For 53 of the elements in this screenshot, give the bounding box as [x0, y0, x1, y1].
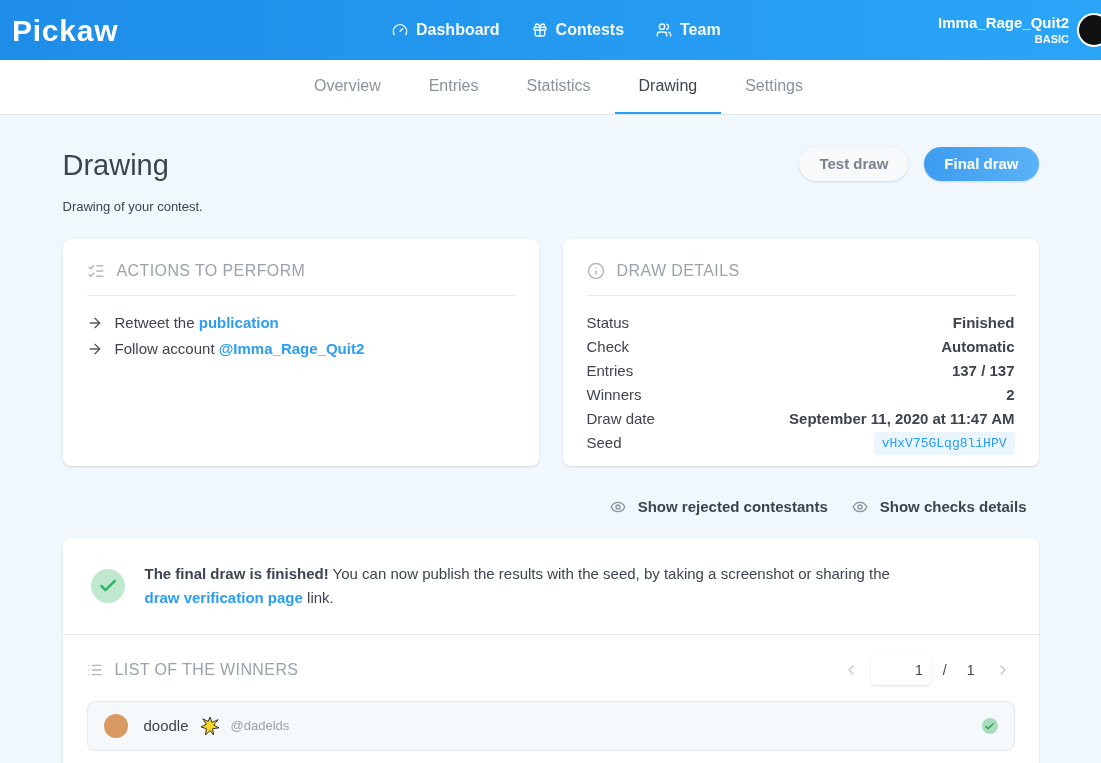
page-field[interactable]: 1 — [870, 655, 931, 685]
winner-name: doodle — [143, 715, 189, 736]
action-text: Retweet the publication — [114, 312, 279, 333]
users-icon — [656, 22, 673, 38]
final-draw-button[interactable]: Final draw — [924, 147, 1039, 181]
nav-link[interactable]: Team — [656, 18, 721, 42]
plan-label: BASIC — [1034, 32, 1069, 47]
gauge-icon — [392, 22, 408, 38]
verification-link[interactable]: draw verification page — [144, 589, 303, 606]
test-draw-button[interactable]: Test draw — [799, 147, 909, 181]
tab[interactable]: Entries — [404, 60, 503, 114]
winner-row[interactable]: doodle @dadelds — [86, 701, 1015, 751]
action-link[interactable]: @Imma_Rage_Quit2 — [218, 340, 365, 357]
page-total: 1 — [965, 660, 976, 680]
seed-code: vHxV75GLqg8liHPV — [873, 431, 1015, 456]
success-icon — [90, 569, 125, 603]
page-title: Drawing — [62, 148, 170, 183]
avatar — [103, 714, 128, 738]
detail-value: 2 — [1006, 385, 1015, 406]
detail-label: Status — [586, 313, 630, 334]
card-title: ACTIONS TO PERFORM — [116, 260, 306, 281]
show-toggle[interactable]: Show checks details — [851, 495, 1027, 518]
detail-value: September 11, 2020 at 11:47 AM — [789, 409, 1015, 430]
detail-value: 137 / 137 — [951, 361, 1015, 382]
detail-label: Entries — [586, 361, 634, 382]
tab[interactable]: Overview — [290, 60, 405, 114]
action-link[interactable]: publication — [198, 313, 279, 331]
tab[interactable]: Statistics — [502, 60, 615, 114]
detail-label: Seed — [586, 433, 622, 454]
avatar[interactable] — [1077, 13, 1101, 47]
tab[interactable]: Settings — [721, 60, 827, 114]
page-separator: / — [942, 660, 947, 680]
detail-value: Automatic — [941, 337, 1015, 358]
logo[interactable]: Pickaw — [12, 7, 392, 53]
detail-label: Draw date — [586, 409, 655, 430]
detail-value: Finished — [952, 313, 1015, 334]
section-title: LIST OF THE WINNERS — [114, 660, 299, 680]
nav-link[interactable]: Contests — [531, 18, 625, 42]
detail-label: Winners — [586, 385, 642, 406]
action-text: Follow account @Imma_Rage_Quit2 — [114, 339, 365, 359]
info-icon — [586, 261, 605, 280]
page-subtitle: Drawing of your contest. — [62, 198, 203, 216]
card-title: DRAW DETAILS — [616, 260, 740, 281]
tab[interactable]: Drawing — [614, 60, 722, 114]
winner-handle: @dadelds — [230, 717, 290, 736]
user-name[interactable]: Imma_Rage_Quit2 — [938, 13, 1069, 33]
nav-link[interactable]: Dashboard — [392, 18, 500, 42]
list-icon — [86, 662, 103, 678]
detail-label: Check — [586, 337, 630, 358]
starburst-icon — [200, 717, 219, 735]
gift-icon — [531, 22, 548, 38]
result-message: The final draw is finished! You can now publish the results with the seed, by taking a screenshot or sharing the draw verification page link. — [144, 564, 891, 608]
show-toggle[interactable]: Show rejected contestants — [609, 495, 828, 518]
